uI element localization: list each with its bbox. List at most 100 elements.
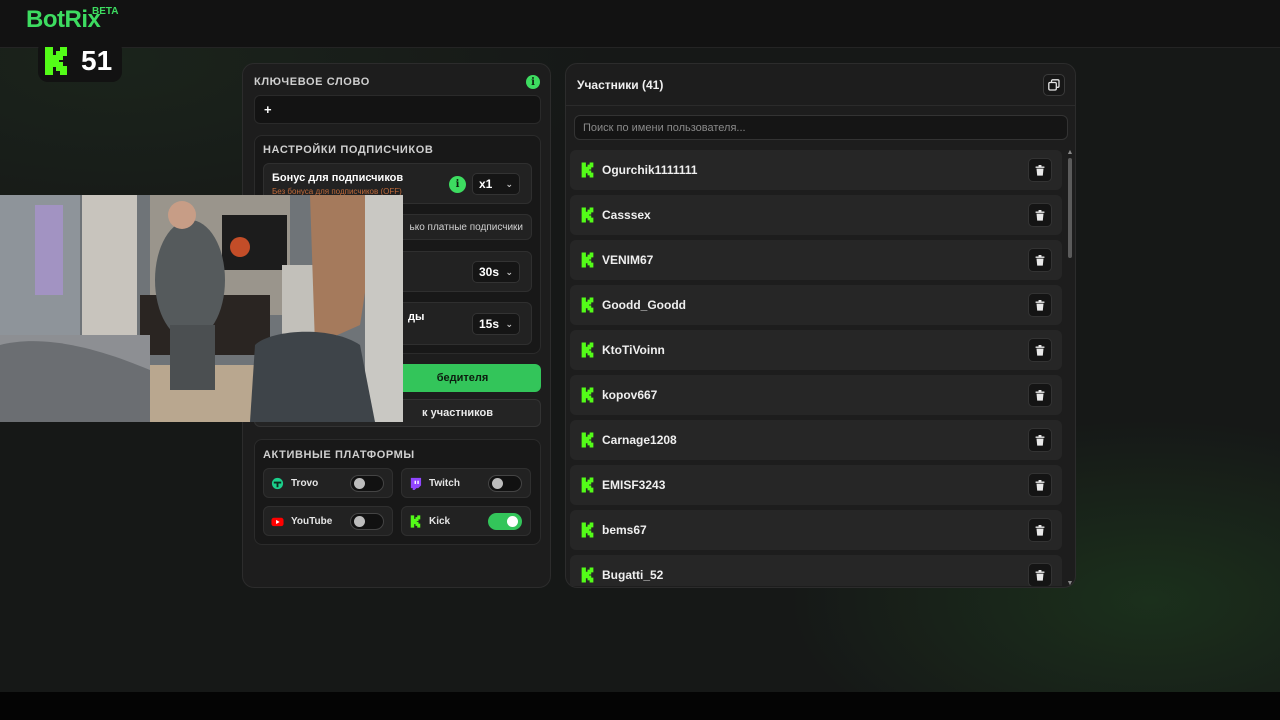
trash-icon: [1035, 254, 1045, 266]
trash-icon: [1035, 209, 1045, 221]
platform-name: Kick: [429, 516, 451, 527]
keyword-label: КЛЮЧЕВОЕ СЛОВО: [254, 76, 370, 88]
scroll-down-icon[interactable]: ▼: [1066, 580, 1074, 587]
chevron-down-icon: ⌄: [505, 178, 513, 189]
copy-button[interactable]: [1043, 74, 1065, 96]
participants-title: Участники (41): [577, 78, 664, 92]
keyword-input[interactable]: +: [254, 95, 541, 124]
kick-logo-icon: [581, 207, 594, 223]
info-icon[interactable]: i: [526, 75, 540, 89]
copy-icon: [1048, 79, 1060, 91]
kick-logo-icon: [581, 567, 594, 583]
webcam-video-image: [0, 195, 403, 422]
platform-name: Twitch: [429, 478, 460, 489]
timer2-select[interactable]: 15s ⌄: [472, 313, 520, 335]
timer2-value: 15s: [479, 317, 500, 331]
kick-logo-icon: [410, 515, 421, 528]
participant-row: Bugatti_52: [570, 555, 1062, 586]
bonus-multiplier-select[interactable]: x1 ⌄: [472, 173, 520, 195]
twitch-toggle[interactable]: [488, 475, 522, 492]
participant-name: Carnage1208: [602, 433, 677, 447]
participant-row: KtoTiVoinn: [570, 330, 1062, 370]
active-platforms-title: АКТИВНЫЕ ПЛАТФОРМЫ: [263, 449, 415, 461]
trash-icon: [1035, 299, 1045, 311]
kick-logo-icon: [581, 477, 594, 493]
info-icon[interactable]: i: [449, 176, 466, 193]
trash-icon: [1035, 344, 1045, 356]
remove-participant-button[interactable]: [1028, 518, 1052, 542]
participant-row: bems67: [570, 510, 1062, 550]
trash-icon: [1035, 164, 1045, 176]
webcam-overlay: [0, 195, 403, 422]
participant-row: Goodd_Goodd: [570, 285, 1062, 325]
remove-participant-button[interactable]: [1028, 158, 1052, 182]
participant-name: Bugatti_52: [602, 568, 664, 582]
active-platforms: АКТИВНЫЕ ПЛАТФОРМЫ Trovo Twitch YouTube: [254, 439, 541, 545]
remove-participant-button[interactable]: [1028, 338, 1052, 362]
participants-panel: Участники (41) Ogurchik1111111 Casssex VEN…: [565, 63, 1076, 588]
timer-value: 30s: [479, 265, 500, 279]
platform-kick: Kick: [401, 506, 531, 536]
participant-name: KtoTiVoinn: [602, 343, 665, 357]
scrollbar-thumb[interactable]: [1068, 158, 1072, 258]
remove-participant-button[interactable]: [1028, 473, 1052, 497]
participant-list: Ogurchik1111111 Casssex VENIM67 Goodd_Goodd…: [570, 150, 1062, 586]
participant-row: Ogurchik1111111: [570, 150, 1062, 190]
participant-name: VENIM67: [602, 253, 654, 267]
kick-toggle[interactable]: [488, 513, 522, 530]
trovo-icon: [271, 477, 284, 490]
chevron-down-icon: ⌄: [505, 318, 513, 329]
top-strip: [0, 0, 1280, 48]
participant-search-input[interactable]: [574, 115, 1068, 140]
participant-name: bems67: [602, 523, 647, 537]
platform-twitch: Twitch: [401, 468, 531, 498]
remove-participant-button[interactable]: [1028, 383, 1052, 407]
viewer-count-widget: 51: [38, 40, 122, 82]
brand-logo: BotRix BETA: [26, 6, 118, 34]
divider: [566, 105, 1075, 106]
kick-logo-icon: [581, 522, 594, 538]
brand-name: BotRix: [26, 6, 101, 33]
twitch-icon: [410, 477, 422, 490]
platform-name: Trovo: [291, 478, 319, 489]
scroll-up-icon[interactable]: ▲: [1066, 149, 1074, 156]
remove-participant-button[interactable]: [1028, 203, 1052, 227]
pick-winner-label: бедителя: [436, 372, 489, 384]
participant-name: Goodd_Goodd: [602, 298, 686, 312]
timer-select[interactable]: 30s ⌄: [472, 261, 520, 283]
platform-youtube: YouTube: [263, 506, 393, 536]
trash-icon: [1035, 569, 1045, 581]
trash-icon: [1035, 524, 1045, 536]
trovo-toggle[interactable]: [350, 475, 384, 492]
platform-name: YouTube: [291, 516, 333, 527]
viewer-count: 51: [81, 45, 113, 76]
paid-subscribers-label: ько платные подписчики: [409, 222, 524, 233]
participant-name: EMISF3243: [602, 478, 666, 492]
clear-list-label: к участников: [422, 407, 493, 419]
chevron-down-icon: ⌄: [505, 266, 513, 277]
kick-logo-icon: [581, 432, 594, 448]
remove-participant-button[interactable]: [1028, 563, 1052, 586]
beta-badge: BETA: [92, 6, 119, 17]
remove-participant-button[interactable]: [1028, 248, 1052, 272]
participant-row: kopov667: [570, 375, 1062, 415]
youtube-toggle[interactable]: [350, 513, 384, 530]
kick-logo-icon: [581, 297, 594, 313]
trash-icon: [1035, 479, 1045, 491]
youtube-icon: [271, 517, 284, 527]
participant-name: Ogurchik1111111: [602, 163, 698, 177]
participant-row: EMISF3243: [570, 465, 1062, 505]
participant-name: Casssex: [602, 208, 651, 222]
kick-logo-icon: [45, 47, 67, 75]
trash-icon: [1035, 434, 1045, 446]
platform-trovo: Trovo: [263, 468, 393, 498]
list-scrollbar[interactable]: ▲ ▼: [1066, 149, 1074, 587]
remove-participant-button[interactable]: [1028, 428, 1052, 452]
participant-row: Casssex: [570, 195, 1062, 235]
participant-row: VENIM67: [570, 240, 1062, 280]
timer2-label: ды: [408, 311, 425, 323]
remove-participant-button[interactable]: [1028, 293, 1052, 317]
subscriber-settings-title: НАСТРОЙКИ ПОДПИСЧИКОВ: [263, 144, 434, 156]
bonus-multiplier-value: x1: [479, 177, 493, 191]
kick-logo-icon: [581, 162, 594, 178]
